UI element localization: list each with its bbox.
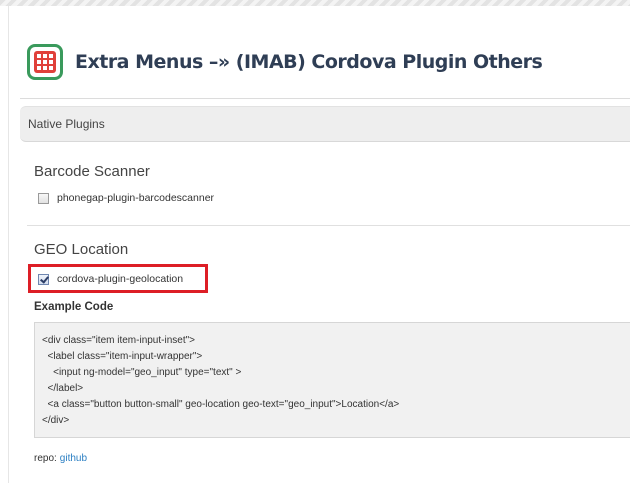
plugin-row-barcodescanner[interactable]: phonegap-plugin-barcodescanner [38, 192, 214, 204]
page-title: Extra Menus –» (IMAB) Cordova Plugin Oth… [75, 51, 543, 73]
group-divider [27, 225, 630, 226]
grid-icon-inner [34, 51, 56, 73]
highlight-annotation-box [28, 264, 208, 293]
code-line: <div class="item item-input-inset"> [42, 335, 195, 346]
panel-header-native-plugins[interactable]: Native Plugins [20, 106, 630, 142]
code-line: </label> [42, 383, 84, 394]
repo-label: repo: [34, 453, 57, 464]
example-code-block: <div class="item item-input-inset"> <lab… [34, 322, 630, 438]
repo-row: repo: github [34, 453, 87, 464]
top-border [0, 0, 630, 6]
barcodescanner-checkbox[interactable] [38, 192, 49, 204]
app-grid-icon [27, 44, 63, 80]
section-divider [20, 98, 630, 99]
code-line: <label class="item-input-wrapper"> [42, 351, 203, 362]
left-edge-line [8, 6, 9, 483]
group-title-barcode-scanner: Barcode Scanner [34, 163, 150, 180]
panel-header-label: Native Plugins [28, 117, 105, 131]
page-header: Extra Menus –» (IMAB) Cordova Plugin Oth… [27, 40, 543, 84]
code-line: <input ng-model="geo_input" type="text" … [42, 367, 242, 378]
github-link[interactable]: github [60, 453, 87, 464]
barcodescanner-label[interactable]: phonegap-plugin-barcodescanner [57, 192, 214, 204]
code-line: </div> [42, 415, 70, 426]
group-title-geo-location: GEO Location [34, 241, 129, 258]
page: Extra Menus –» (IMAB) Cordova Plugin Oth… [0, 0, 630, 483]
example-code-label: Example Code [34, 301, 114, 313]
code-line: <a class="button button-small" geo-locat… [42, 399, 400, 410]
